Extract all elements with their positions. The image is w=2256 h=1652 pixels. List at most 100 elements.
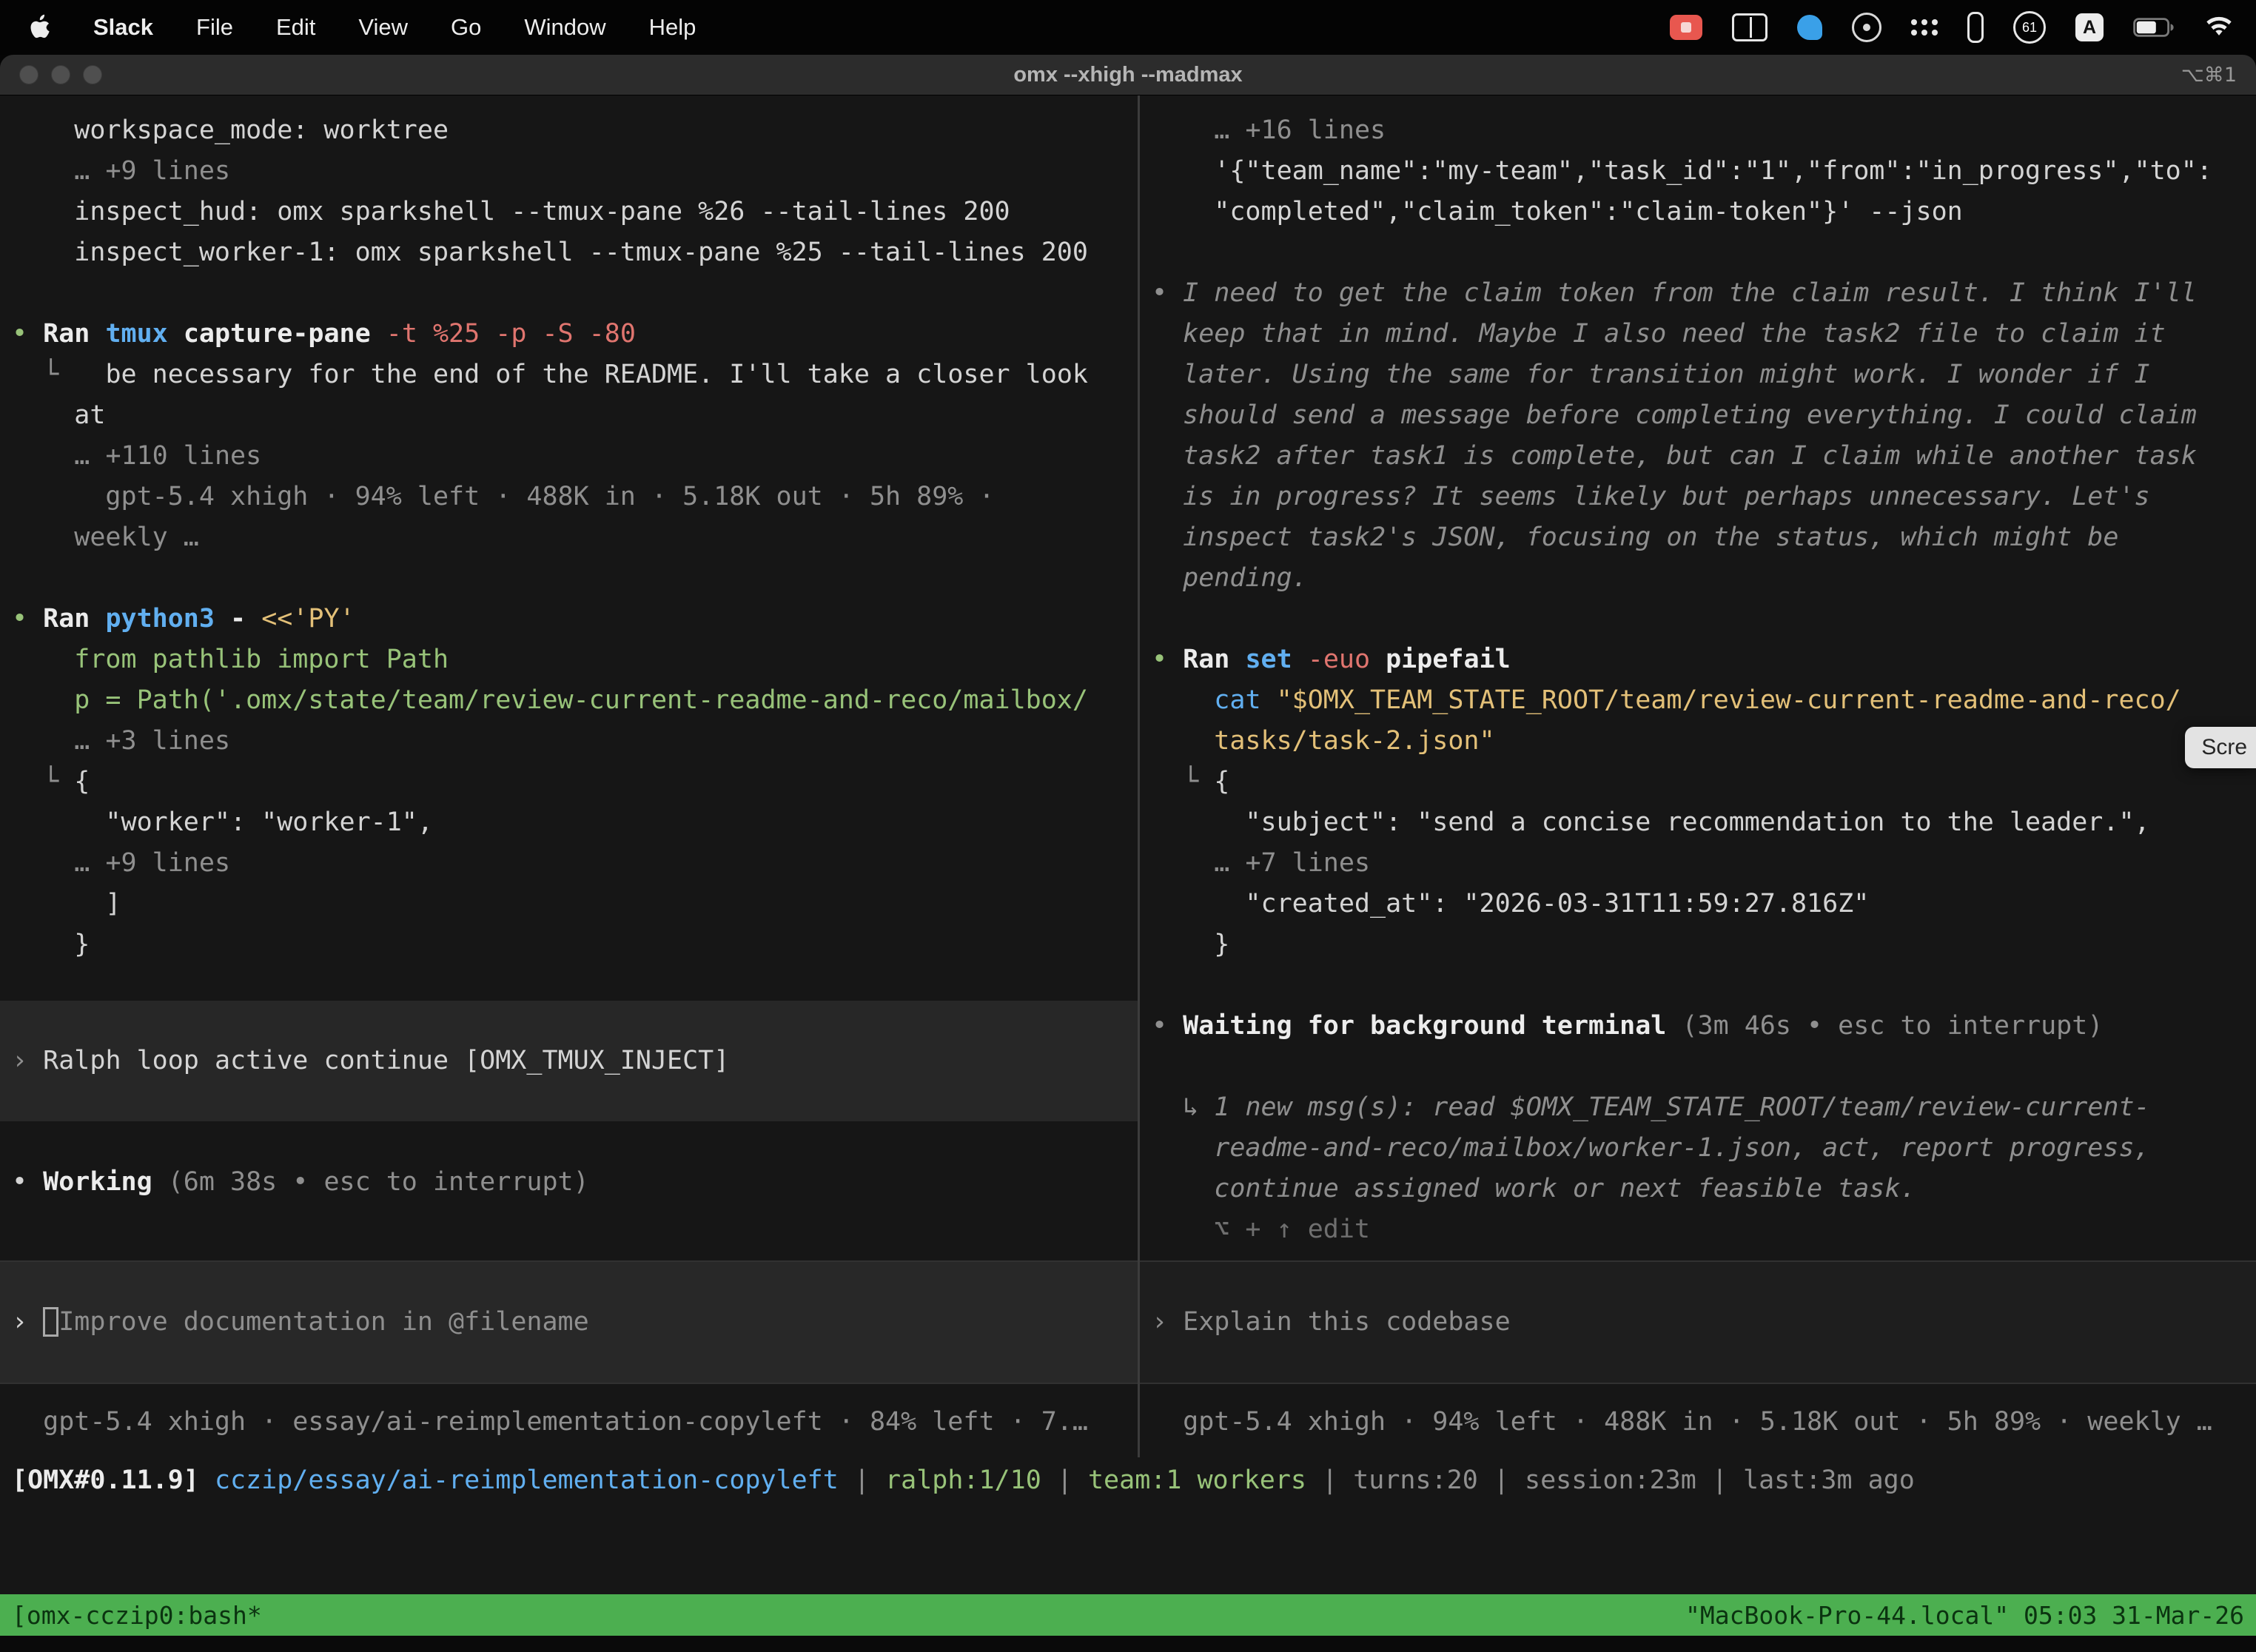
text-segment: gpt-5.4 xhigh · 94% left · 488K in · 5.1… xyxy=(1152,1407,2212,1437)
terminal-line: from pathlib import Path xyxy=(12,639,1126,680)
apple-logo-svg xyxy=(28,14,50,41)
battery-icon[interactable] xyxy=(2133,18,2175,37)
left-terminal-pane[interactable]: workspace_mode: worktree … +9 lines insp… xyxy=(0,95,1138,1457)
menu-item-edit[interactable]: Edit xyxy=(276,14,315,41)
macos-menu-bar: Slack File Edit View Go Window Help 61 A xyxy=(0,0,2256,55)
terminal-line: workspace_mode: worktree xyxy=(12,110,1126,151)
minimize-button[interactable] xyxy=(51,65,70,84)
terminal-line: … +110 lines xyxy=(12,436,1126,477)
tmux-host-clock: "MacBook-Pro-44.local" 05:03 31-Mar-26 xyxy=(1685,1601,2244,1630)
text-segment: Ran xyxy=(43,604,105,634)
text-segment: team:1 workers xyxy=(1088,1465,1306,1495)
terminal-line: "subject": "send a concise recommendatio… xyxy=(1152,802,2244,843)
text-segment: '{"team_name":"my-team","task_id":"1","f… xyxy=(1152,156,2212,186)
terminal-line: "worker": "worker-1", xyxy=(12,802,1126,843)
terminal-line: should send a message before completing … xyxy=(1152,395,2244,436)
scrollback: … +16 lines '{"team_name":"my-team","tas… xyxy=(1152,110,2244,1250)
input-source-icon[interactable]: A xyxy=(2075,13,2104,41)
text-segment: 1 new msg(s): read $OMX_TEAM_STATE_ROOT/… xyxy=(1214,1092,2149,1122)
terminal-line: inspect_worker-1: omx sparkshell --tmux-… xyxy=(12,232,1126,273)
terminal-line: … +3 lines xyxy=(12,721,1126,762)
window-title-bar[interactable]: omx --xhigh --madmax ⌥⌘1 xyxy=(0,55,2256,95)
composer-input[interactable]: › Improve documentation in @filename xyxy=(0,1260,1138,1384)
terminal-line xyxy=(12,558,1126,599)
terminal-line: • Ran tmux capture-pane -t %25 -p -S -80 xyxy=(12,314,1126,355)
menu-item-go[interactable]: Go xyxy=(451,14,481,41)
text-segment: Explain this codebase xyxy=(1183,1307,1511,1337)
active-app-name[interactable]: Slack xyxy=(93,14,153,41)
menu-items: File Edit View Go Window Help xyxy=(196,14,696,41)
terminal-line: └ { xyxy=(1152,762,2244,802)
text-segment: "completed","claim_token":"claim-token"}… xyxy=(1152,197,1963,226)
terminal-line: "completed","claim_token":"claim-token"}… xyxy=(1152,192,2244,232)
text-segment: | xyxy=(1306,1465,1353,1495)
text-segment: } xyxy=(1152,930,1229,959)
text-segment: - xyxy=(230,604,261,634)
text-segment: -euo xyxy=(1308,645,1386,674)
terminal-line: pending. xyxy=(1152,558,2244,599)
tmux-session-window: [omx-cczip0:bash* xyxy=(12,1601,262,1630)
menu-item-view[interactable]: View xyxy=(358,14,408,41)
text-segment: } xyxy=(12,930,90,959)
session-footer: gpt-5.4 xhigh · essay/ai-reimplementatio… xyxy=(12,1402,1126,1443)
text-segment: p = Path('.omx/state/team/review-current… xyxy=(12,685,1088,715)
window-split-icon[interactable] xyxy=(1732,13,1767,41)
text-segment: Ralph loop active continue [OMX_TMUX_INJ… xyxy=(43,1046,729,1075)
text-segment: keep that in mind. Maybe I also need the… xyxy=(1152,319,2166,349)
circular-app-icon[interactable] xyxy=(1852,13,1881,42)
screen-recording-indicator[interactable] xyxy=(1670,15,1702,40)
wifi-icon[interactable] xyxy=(2204,16,2234,38)
text-segment xyxy=(1152,685,1214,715)
text-segment: Ran xyxy=(1183,645,1245,674)
text-segment: "created_at": "2026-03-31T11:59:27.816Z" xyxy=(1152,889,1869,919)
terminal-line: cat "$OMX_TEAM_STATE_ROOT/team/review-cu… xyxy=(1152,680,2244,721)
text-segment: at xyxy=(12,400,105,430)
text-segment: cczip/essay/ai-reimplementation-copyleft xyxy=(215,1465,839,1495)
menu-item-window[interactable]: Window xyxy=(524,14,605,41)
terminal-line xyxy=(1152,965,2244,1006)
composer-input[interactable]: › Explain this codebase xyxy=(1140,1260,2256,1384)
terminal-line: tasks/task-2.json" xyxy=(1152,721,2244,762)
terminal-line: … +16 lines xyxy=(1152,110,2244,151)
zoom-button[interactable] xyxy=(83,65,102,84)
terminal-empty-area xyxy=(0,1503,2256,1594)
text-segment: capture-pane xyxy=(184,319,386,349)
text-segment: I need to get the claim token from the c… xyxy=(1183,278,2197,308)
terminal-line: weekly … xyxy=(12,517,1126,558)
terminal-line: … +9 lines xyxy=(12,843,1126,884)
text-segment: is in progress? It seems likely but perh… xyxy=(1152,482,2150,511)
text-segment: └ xyxy=(12,767,74,796)
right-terminal-pane[interactable]: … +16 lines '{"team_name":"my-team","tas… xyxy=(1140,95,2256,1457)
close-button[interactable] xyxy=(19,65,38,84)
menu-item-help[interactable]: Help xyxy=(649,14,696,41)
terminal-line: continue assigned work or next feasible … xyxy=(1152,1169,2244,1209)
pill-app-icon[interactable] xyxy=(1967,12,1984,43)
text-segment: inspect_worker-1: omx sparkshell --tmux-… xyxy=(12,238,1088,267)
apple-menu-icon[interactable] xyxy=(28,14,50,41)
menu-item-file[interactable]: File xyxy=(196,14,233,41)
text-segment: set xyxy=(1245,645,1307,674)
text-segment: … +110 lines xyxy=(74,441,261,471)
window-bottom-strip xyxy=(0,1636,2256,1652)
text-segment: { xyxy=(74,767,90,796)
text-segment: -t %25 -p -S -80 xyxy=(386,319,636,349)
desktop-screen: Slack File Edit View Go Window Help 61 A xyxy=(0,0,2256,1652)
text-segment xyxy=(12,441,74,471)
blue-app-icon[interactable] xyxy=(1797,15,1822,40)
text-segment: gpt-5.4 xhigh · 94% left · 488K in · 5.1… xyxy=(12,482,995,511)
app-grid-icon[interactable] xyxy=(1911,19,1938,36)
text-segment: <<'PY' xyxy=(261,604,355,634)
text-segment: | xyxy=(839,1465,885,1495)
screen-overlay-tooltip[interactable]: Scre xyxy=(2185,727,2256,768)
terminal-line: gpt-5.4 xhigh · essay/ai-reimplementatio… xyxy=(12,1402,1126,1443)
terminal-line: • Ran python3 - <<'PY' xyxy=(12,599,1126,639)
text-segment xyxy=(199,1465,215,1495)
battery-percent-badge[interactable]: 61 xyxy=(2013,11,2046,44)
stop-icon xyxy=(1681,22,1691,33)
text-segment: pipefail xyxy=(1386,645,1511,674)
terminal-line: at xyxy=(12,395,1126,436)
text-segment: gpt-5.4 xhigh · essay/ai-reimplementatio… xyxy=(12,1407,1088,1437)
text-segment: › xyxy=(12,1307,43,1337)
omx-status-line: [OMX#0.11.9] cczip/essay/ai-reimplementa… xyxy=(0,1457,2256,1503)
terminal-line: inspect task2's JSON, focusing on the st… xyxy=(1152,517,2244,558)
